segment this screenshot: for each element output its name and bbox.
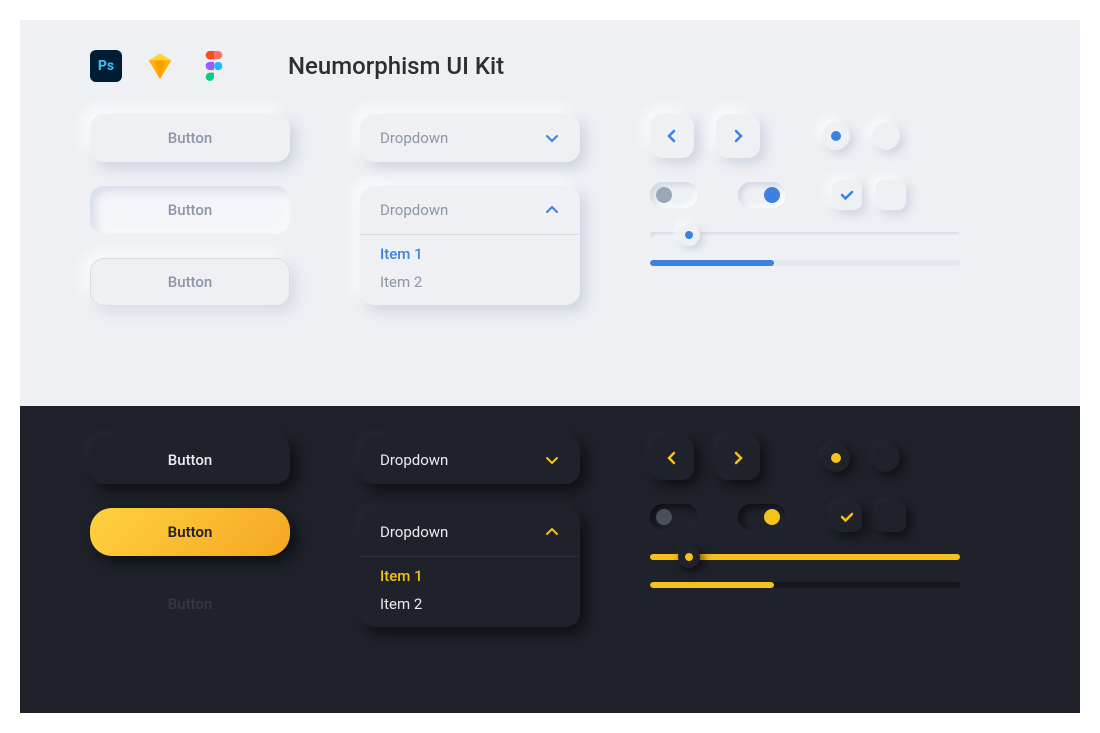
button-default[interactable]: Button xyxy=(90,114,290,162)
dropdown-label: Dropdown xyxy=(380,201,448,219)
dropdown-item[interactable]: Item 1 xyxy=(380,557,560,585)
slider[interactable] xyxy=(650,232,960,238)
progress-bar xyxy=(650,260,960,266)
progress-bar xyxy=(650,582,960,588)
check-icon xyxy=(839,187,855,203)
prev-button[interactable] xyxy=(650,436,694,480)
slider-thumb[interactable] xyxy=(678,224,700,246)
slider[interactable] xyxy=(650,554,960,560)
next-button[interactable] xyxy=(716,436,760,480)
dropdown-item[interactable]: Item 1 xyxy=(380,235,560,263)
toggle-off[interactable] xyxy=(650,182,698,208)
button-active[interactable]: Button xyxy=(90,508,290,556)
button-outline[interactable]: Button xyxy=(90,258,290,306)
chevron-left-icon xyxy=(664,128,680,144)
dropdown-closed[interactable]: Dropdown xyxy=(360,436,580,484)
toggle-on[interactable] xyxy=(738,182,786,208)
radio-selected[interactable] xyxy=(822,444,850,472)
photoshop-icon: Ps xyxy=(90,50,122,82)
checkbox-unchecked[interactable] xyxy=(876,180,906,210)
dropdown-closed[interactable]: Dropdown xyxy=(360,114,580,162)
checkbox-unchecked[interactable] xyxy=(876,502,906,532)
chevron-down-icon xyxy=(544,130,560,146)
checkbox-checked[interactable] xyxy=(832,180,862,210)
button-disabled: Button xyxy=(90,580,290,628)
chevron-up-icon xyxy=(544,524,560,540)
dropdown-open[interactable]: Dropdown Item 1 Item 2 xyxy=(360,186,580,305)
toggle-off[interactable] xyxy=(650,504,698,530)
check-icon xyxy=(839,509,855,525)
toggle-on[interactable] xyxy=(738,504,786,530)
chevron-right-icon xyxy=(730,450,746,466)
sketch-icon xyxy=(144,50,176,82)
light-theme-panel: Ps Neumorphism UI Kit Button Button xyxy=(20,20,1080,406)
checkbox-checked[interactable] xyxy=(832,502,862,532)
radio-unselected[interactable] xyxy=(872,122,900,150)
dropdown-label: Dropdown xyxy=(380,523,448,541)
chevron-down-icon xyxy=(544,452,560,468)
button-pressed[interactable]: Button xyxy=(90,186,290,234)
chevron-up-icon xyxy=(544,202,560,218)
dropdown-item[interactable]: Item 2 xyxy=(380,263,560,291)
chevron-right-icon xyxy=(730,128,746,144)
slider-thumb[interactable] xyxy=(678,546,700,568)
header: Ps Neumorphism UI Kit xyxy=(90,50,1010,82)
radio-unselected[interactable] xyxy=(872,444,900,472)
prev-button[interactable] xyxy=(650,114,694,158)
dark-theme-panel: Button Button Button Dropdown Dropdown xyxy=(20,406,1080,713)
dropdown-label: Dropdown xyxy=(380,129,448,147)
chevron-left-icon xyxy=(664,450,680,466)
progress-fill xyxy=(650,260,774,266)
radio-selected[interactable] xyxy=(822,122,850,150)
button-default[interactable]: Button xyxy=(90,436,290,484)
kit-title: Neumorphism UI Kit xyxy=(288,52,504,80)
dropdown-item[interactable]: Item 2 xyxy=(380,585,560,613)
progress-fill xyxy=(650,582,774,588)
next-button[interactable] xyxy=(716,114,760,158)
figma-icon xyxy=(198,50,230,82)
dropdown-label: Dropdown xyxy=(380,451,448,469)
dropdown-open[interactable]: Dropdown Item 1 Item 2 xyxy=(360,508,580,627)
